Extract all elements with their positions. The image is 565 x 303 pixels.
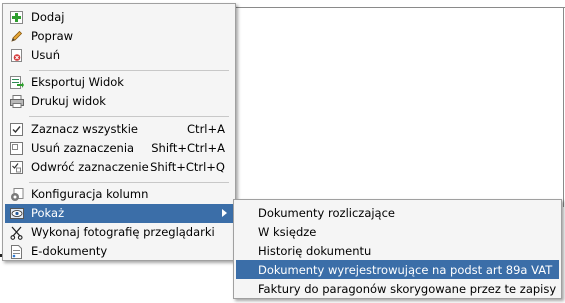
printer-icon: [9, 94, 24, 109]
submenu-item-deregistering-documents[interactable]: Dokumenty wyrejestrowujące na podst art …: [236, 260, 559, 279]
add-icon: [9, 10, 24, 25]
menu-item-browser-snapshot[interactable]: Wykonaj fotografię przeglądarki: [5, 223, 233, 242]
background-frame-right: [563, 7, 564, 207]
submenu-item-corrected-receipt-invoices[interactable]: Faktury do paragonów skorygowane przez t…: [236, 279, 559, 298]
menu-item-shortcut: Ctrl+A: [187, 122, 225, 136]
menu-item-label: Dodaj: [31, 10, 65, 24]
menu-item-label: Konfiguracja kolumn: [31, 187, 149, 201]
edocument-icon: [9, 244, 24, 259]
menu-item-label: Drukuj widok: [31, 94, 106, 108]
submenu-item-label: W księdze: [258, 225, 317, 239]
submenu-item-settlement-documents[interactable]: Dokumenty rozliczające: [236, 203, 559, 222]
menu-item-delete[interactable]: Usuń: [5, 46, 233, 65]
menu-item-shortcut: Shift+Ctrl+Q: [150, 160, 225, 174]
menu-item-label: Pokaż: [31, 206, 65, 220]
menu-item-label: Popraw: [31, 29, 74, 43]
menu-item-e-documents[interactable]: E-dokumenty: [5, 242, 233, 261]
menu-item-label: Usuń zaznaczenia: [31, 141, 135, 155]
menu-item-label: Odwróć zaznaczenie: [31, 160, 149, 174]
menu-item-label: Eksportuj Widok: [31, 75, 124, 89]
uncheck-icon: [9, 141, 24, 156]
config-icon: [9, 187, 24, 202]
submenu-item-label: Dokumenty rozliczające: [258, 206, 396, 220]
submenu-arrow-icon: [222, 209, 227, 217]
menu-item-show[interactable]: Pokaż: [5, 204, 233, 223]
menu-item-add[interactable]: Dodaj: [5, 8, 233, 27]
context-menu: Dodaj Popraw Usuń Eksportuj Widok Drukuj…: [2, 3, 236, 261]
menu-item-clear-selection[interactable]: Usuń zaznaczenia Shift+Ctrl+A: [5, 139, 233, 158]
menu-item-print-view[interactable]: Drukuj widok: [5, 92, 233, 111]
menu-separator: [29, 116, 229, 117]
delete-icon: [9, 48, 24, 63]
menu-item-shortcut: Shift+Ctrl+A: [151, 141, 225, 155]
menu-item-select-all[interactable]: Zaznacz wszystkie Ctrl+A: [5, 120, 233, 139]
eye-icon: [9, 206, 24, 221]
submenu-item-label: Faktury do paragonów skorygowane przez t…: [258, 282, 557, 296]
menu-item-label: E-dokumenty: [31, 244, 108, 258]
menu-item-column-config[interactable]: Konfiguracja kolumn: [5, 185, 233, 204]
check-all-icon: [9, 122, 24, 137]
export-icon: [9, 75, 24, 90]
submenu-item-label: Dokumenty wyrejestrowujące na podst art …: [258, 263, 553, 277]
submenu-item-in-ledger[interactable]: W księdze: [236, 222, 559, 241]
background-frame-top: [236, 7, 565, 8]
menu-item-invert-selection[interactable]: Odwróć zaznaczenie Shift+Ctrl+Q: [5, 158, 233, 177]
pencil-icon: [9, 29, 24, 44]
show-submenu: Dokumenty rozliczające W księdze Histori…: [233, 199, 562, 299]
menu-item-edit[interactable]: Popraw: [5, 27, 233, 46]
menu-separator: [29, 70, 229, 71]
menu-item-label: Usuń: [31, 48, 60, 62]
scissors-icon: [9, 225, 24, 240]
menu-separator: [29, 182, 229, 183]
submenu-item-label: Historię dokumentu: [258, 244, 372, 258]
menu-item-label: Wykonaj fotografię przeglądarki: [31, 225, 215, 239]
menu-item-export-view[interactable]: Eksportuj Widok: [5, 73, 233, 92]
invert-selection-icon: [9, 160, 24, 175]
submenu-item-document-history[interactable]: Historię dokumentu: [236, 241, 559, 260]
menu-item-label: Zaznacz wszystkie: [31, 122, 138, 136]
